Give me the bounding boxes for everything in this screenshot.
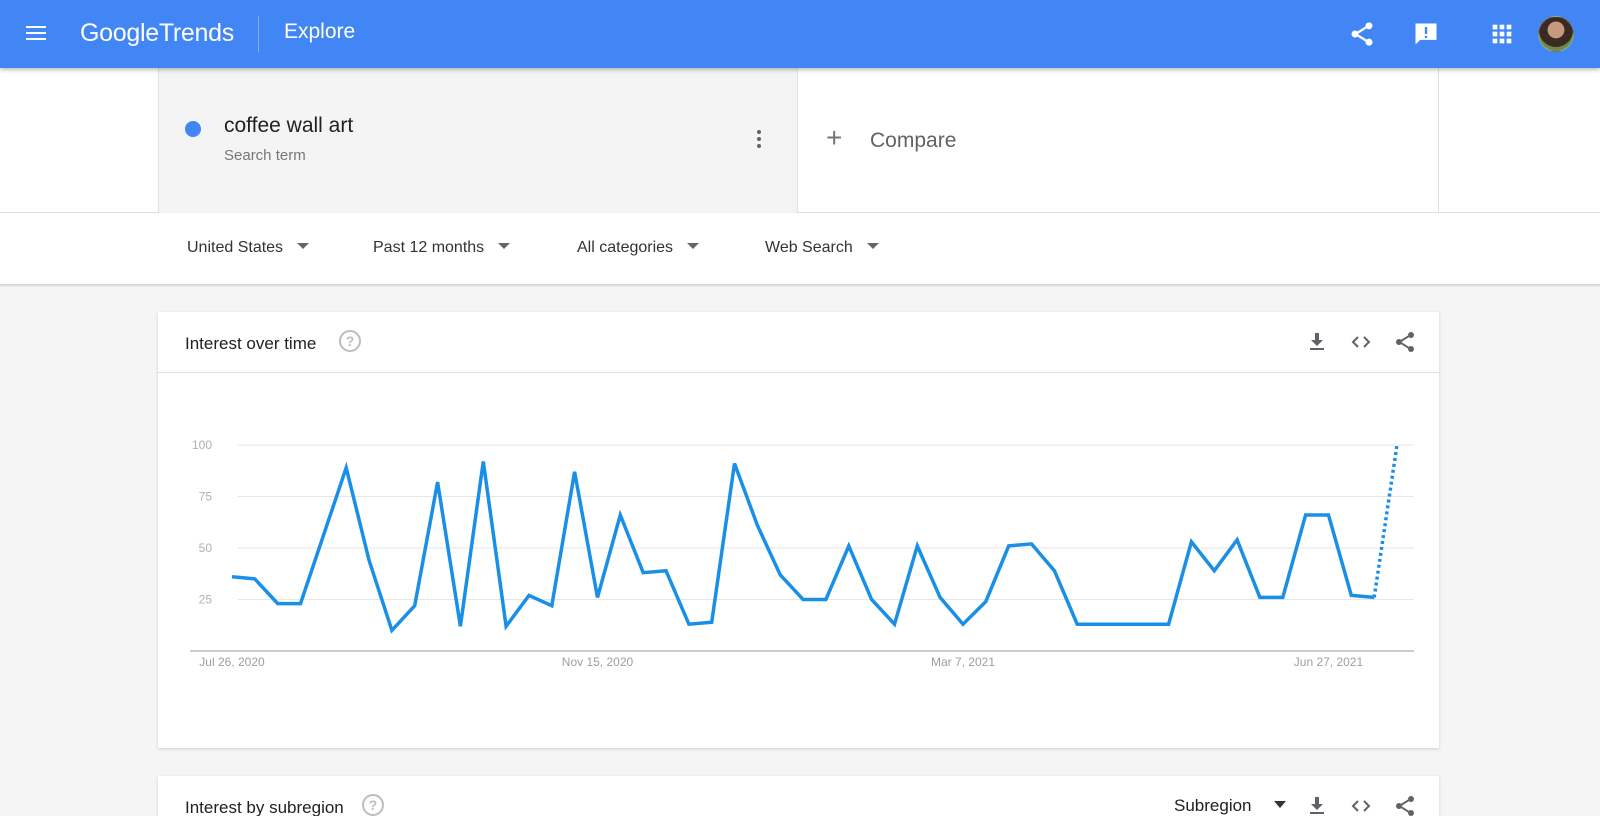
- menu-icon[interactable]: [24, 22, 48, 46]
- download-icon[interactable]: [1305, 330, 1329, 354]
- google-trends-logo[interactable]: GoogleTrends: [80, 19, 234, 48]
- dropdown-arrow-icon: [1273, 801, 1286, 808]
- app-bar: GoogleTrends Explore: [0, 0, 1600, 68]
- search-term-type: Search term: [224, 147, 306, 164]
- time-range-filter-label: Past 12 months: [373, 239, 485, 256]
- property-filter[interactable]: Web Search: [765, 239, 879, 257]
- search-term-text[interactable]: coffee wall art: [224, 114, 353, 138]
- search-term-card[interactable]: coffee wall art Search term: [158, 68, 798, 213]
- interest-over-time-chart[interactable]: 25 50 75 100 Jul 26, 2020 Nov 15, 2020 Mar 7, …: [158, 373, 1439, 748]
- embed-icon[interactable]: [1349, 330, 1373, 354]
- time-range-filter[interactable]: Past 12 months: [373, 239, 511, 257]
- interest-over-time-card: Interest over time ? 25 50 75 100 Jul 26, 20…: [158, 312, 1439, 748]
- card-header: Interest over time ?: [158, 312, 1439, 373]
- share-icon[interactable]: [1393, 794, 1417, 816]
- x-tick-label: Mar 7, 2021: [931, 655, 995, 669]
- location-filter-label: United States: [187, 239, 284, 256]
- x-tick-label: Jul 26, 2020: [199, 655, 265, 669]
- more-options-icon[interactable]: [755, 128, 763, 150]
- category-filter-label: All categories: [577, 239, 674, 256]
- download-icon[interactable]: [1305, 794, 1329, 816]
- location-filter[interactable]: United States: [187, 239, 310, 257]
- term-color-dot: [185, 121, 201, 137]
- help-icon[interactable]: ?: [339, 330, 361, 352]
- resolution-select[interactable]: Subregion: [1174, 796, 1286, 816]
- share-icon[interactable]: [1393, 330, 1417, 354]
- appbar-divider: [258, 16, 259, 52]
- plus-icon: +: [826, 122, 843, 153]
- avatar[interactable]: [1538, 16, 1574, 52]
- interest-by-subregion-title: Interest by subregion: [185, 798, 344, 816]
- apps-icon[interactable]: [1488, 20, 1516, 48]
- page-title: Explore: [284, 20, 356, 43]
- feedback-icon[interactable]: [1412, 20, 1440, 48]
- x-tick-label: Jun 27, 2021: [1294, 655, 1364, 669]
- compare-label: Compare: [870, 129, 957, 152]
- y-tick-label: 100: [192, 438, 212, 452]
- share-icon[interactable]: [1348, 20, 1376, 48]
- interest-by-subregion-card: Interest by subregion ? Subregion: [158, 776, 1439, 816]
- dropdown-arrow-icon: [297, 243, 310, 249]
- logo-google-text: Google: [80, 19, 159, 47]
- property-filter-label: Web Search: [765, 239, 853, 256]
- filter-bar: United States Past 12 months All categor…: [0, 213, 1600, 285]
- search-terms-row: coffee wall art Search term + Compare: [0, 68, 1600, 213]
- category-filter[interactable]: All categories: [577, 239, 700, 257]
- resolution-select-label: Subregion: [1174, 796, 1252, 815]
- help-icon[interactable]: ?: [362, 794, 384, 816]
- series-line-partial[interactable]: [1372, 444, 1399, 598]
- y-tick-label: 50: [199, 541, 213, 555]
- dropdown-arrow-icon: [498, 243, 511, 249]
- y-tick-label: 25: [199, 593, 213, 607]
- embed-icon[interactable]: [1349, 794, 1373, 816]
- compare-button[interactable]: + Compare: [798, 68, 1439, 213]
- interest-over-time-title: Interest over time: [185, 334, 317, 353]
- card-header: Interest by subregion ? Subregion: [158, 776, 1439, 816]
- series-line[interactable]: [231, 461, 1375, 634]
- dropdown-arrow-icon: [866, 243, 879, 249]
- x-tick-label: Nov 15, 2020: [562, 655, 634, 669]
- dropdown-arrow-icon: [687, 243, 700, 249]
- logo-trends-text: Trends: [158, 19, 234, 47]
- y-tick-label: 75: [199, 490, 213, 504]
